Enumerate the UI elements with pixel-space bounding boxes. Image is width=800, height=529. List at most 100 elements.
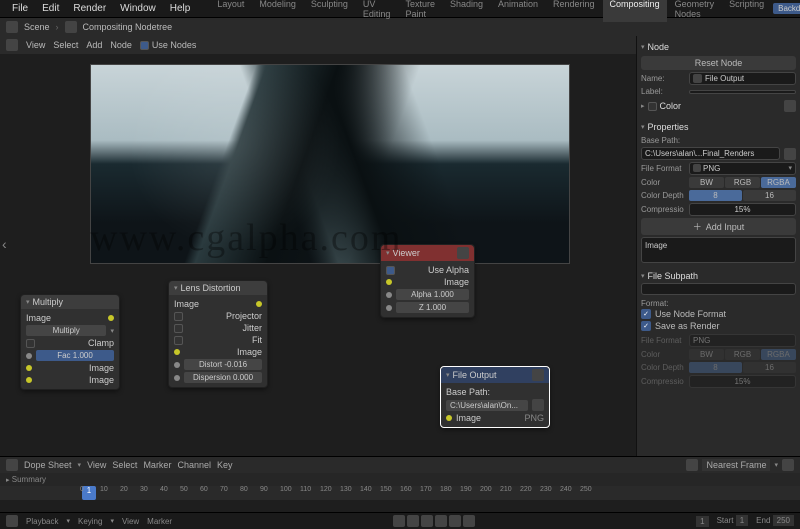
- workspace-tab-uv-editing[interactable]: UV Editing: [356, 0, 398, 22]
- menu-file[interactable]: File: [6, 1, 34, 16]
- use-node-format-checkbox[interactable]: ✓: [641, 309, 651, 319]
- node-lens-distortion[interactable]: ▾ Lens Distortion Image Projector Jitter…: [168, 280, 268, 388]
- clamp-checkbox[interactable]: [26, 339, 35, 348]
- chevron-down-icon[interactable]: ▾: [446, 371, 450, 379]
- lens-in-image[interactable]: Image: [237, 347, 262, 357]
- file-subpath-input[interactable]: [641, 283, 796, 295]
- node-lens-header[interactable]: ▾ Lens Distortion: [169, 281, 267, 295]
- base-path-field[interactable]: C:\Users\alan\On...: [446, 400, 528, 411]
- folder-icon[interactable]: [532, 399, 544, 411]
- seg-option[interactable]: 8: [689, 362, 742, 373]
- file-format-select[interactable]: PNG: [703, 164, 720, 173]
- panel-menu-icon[interactable]: [784, 100, 796, 112]
- workspace-tab-animation[interactable]: Animation: [491, 0, 545, 22]
- sb-marker[interactable]: Marker: [147, 517, 172, 526]
- menu-window[interactable]: Window: [114, 1, 162, 16]
- prev-keyframe-icon[interactable]: [407, 515, 419, 527]
- chevron-down-icon[interactable]: ▾: [641, 43, 645, 51]
- node-file-output-header[interactable]: ▾ File Output: [441, 367, 549, 383]
- seg-option[interactable]: RGB: [725, 177, 760, 188]
- menu-help[interactable]: Help: [164, 1, 197, 16]
- chevron-down-icon[interactable]: ▾: [641, 123, 645, 131]
- workspace-tab-shading[interactable]: Shading: [443, 0, 490, 22]
- play-icon[interactable]: [435, 515, 447, 527]
- current-frame-input[interactable]: 1: [696, 516, 708, 527]
- node-file-output[interactable]: ▾ File Output Base Path: C:\Users\alan\O…: [440, 366, 550, 428]
- jump-start-icon[interactable]: [393, 515, 405, 527]
- viewer-z-field[interactable]: Z 1.000: [396, 302, 469, 313]
- node-viewer[interactable]: ▾ Viewer Use Alpha Image Alpha 1.000 Z 1…: [380, 244, 475, 318]
- fit-checkbox[interactable]: [174, 336, 183, 345]
- tl-select[interactable]: Select: [112, 460, 137, 470]
- color-depth-segment[interactable]: 816: [689, 190, 796, 201]
- workspace-tab-texture-paint[interactable]: Texture Paint: [398, 0, 442, 22]
- seg-option[interactable]: RGBA: [761, 349, 796, 360]
- sb-view[interactable]: View: [122, 517, 139, 526]
- seg-option[interactable]: 8: [689, 190, 742, 201]
- dopesheet-mode[interactable]: Dope Sheet: [24, 460, 72, 470]
- menu-render[interactable]: Render: [67, 1, 112, 16]
- color-enable-checkbox[interactable]: [648, 102, 657, 111]
- chevron-down-icon[interactable]: ▾: [26, 298, 30, 306]
- jitter-checkbox[interactable]: [174, 324, 183, 333]
- summary-label[interactable]: Summary: [12, 475, 46, 484]
- viewer-in-image[interactable]: Image: [444, 277, 469, 287]
- play-reverse-icon[interactable]: [421, 515, 433, 527]
- sb-keying[interactable]: Keying: [78, 517, 102, 526]
- filter-icon[interactable]: [782, 459, 794, 471]
- snap-mode-select[interactable]: Nearest Frame: [702, 459, 770, 471]
- menu-edit[interactable]: Edit: [36, 1, 65, 16]
- folder-icon[interactable]: [784, 148, 796, 160]
- nh-node[interactable]: Node: [110, 40, 132, 50]
- backdrop-toggle[interactable]: Backdrop: [773, 3, 800, 14]
- timeline-track[interactable]: ▸ Summary 1 0102030405060708090100110120…: [0, 473, 800, 512]
- nodetree-name[interactable]: Compositing Nodetree: [83, 22, 173, 32]
- projector-checkbox[interactable]: [174, 312, 183, 321]
- timeline-ruler[interactable]: 1 01020304050607080901001101201301401501…: [0, 486, 800, 500]
- input-list[interactable]: Image: [641, 237, 796, 263]
- reset-node-button[interactable]: Reset Node: [641, 56, 796, 70]
- label-input[interactable]: [689, 90, 796, 94]
- props-basepath-input[interactable]: C:\Users\alan\...Final_Renders: [641, 147, 780, 160]
- distort-field[interactable]: Distort -0.016: [184, 359, 262, 370]
- workspace-tab-modeling[interactable]: Modeling: [252, 0, 303, 22]
- scene-data-icon[interactable]: [6, 21, 18, 33]
- blend-mode-select[interactable]: Multiply: [26, 325, 106, 336]
- use-nodes-checkbox[interactable]: [140, 41, 149, 50]
- seg-option[interactable]: RGBA: [761, 177, 796, 188]
- chevron-down-icon[interactable]: ▾: [174, 284, 178, 292]
- seg-option[interactable]: 16: [743, 362, 796, 373]
- file-subpath-header[interactable]: File Subpath: [648, 271, 699, 281]
- end-frame-input[interactable]: 250: [773, 515, 794, 526]
- node-viewer-header[interactable]: ▾ Viewer: [381, 245, 474, 261]
- socket-in-image2[interactable]: Image: [89, 375, 114, 385]
- fac-field[interactable]: Fac 1.000: [36, 350, 114, 361]
- seg-option[interactable]: 16: [743, 190, 796, 201]
- tl-key[interactable]: Key: [217, 460, 233, 470]
- next-keyframe-icon[interactable]: [449, 515, 461, 527]
- nh-view[interactable]: View: [26, 40, 45, 50]
- list-item[interactable]: Image: [645, 241, 667, 250]
- workspace-tab-layout[interactable]: Layout: [210, 0, 251, 22]
- dispersion-field[interactable]: Dispersion 0.000: [184, 372, 262, 383]
- socket-in-image1[interactable]: Image: [89, 363, 114, 373]
- name-input[interactable]: File Output: [705, 74, 744, 83]
- tl-marker[interactable]: Marker: [143, 460, 171, 470]
- timeline-icon[interactable]: [6, 515, 18, 527]
- node-multiply[interactable]: ▾ Multiply Image Multiply▾ Clamp Fac 1.0…: [20, 294, 120, 390]
- snap-icon[interactable]: [686, 459, 698, 471]
- workspace-tab-compositing[interactable]: Compositing: [603, 0, 667, 22]
- tl-view[interactable]: View: [87, 460, 106, 470]
- seg-option[interactable]: RGB: [725, 349, 760, 360]
- seg-option[interactable]: BW: [689, 177, 724, 188]
- compositor-editor[interactable]: View Select Add Node Use Nodes ‹ www.cga…: [0, 36, 636, 456]
- chevron-right-icon[interactable]: ▸: [6, 477, 10, 484]
- workspace-tab-rendering[interactable]: Rendering: [546, 0, 602, 22]
- workspace-tab-geometry-nodes[interactable]: Geometry Nodes: [668, 0, 722, 22]
- file-out-image-socket[interactable]: Image: [456, 413, 481, 423]
- chevron-down-icon[interactable]: ▾: [386, 249, 390, 257]
- use-alpha-checkbox[interactable]: [386, 266, 395, 275]
- chevron-right-icon[interactable]: ▸: [641, 102, 645, 110]
- seg-option[interactable]: BW: [689, 349, 724, 360]
- jump-end-icon[interactable]: [463, 515, 475, 527]
